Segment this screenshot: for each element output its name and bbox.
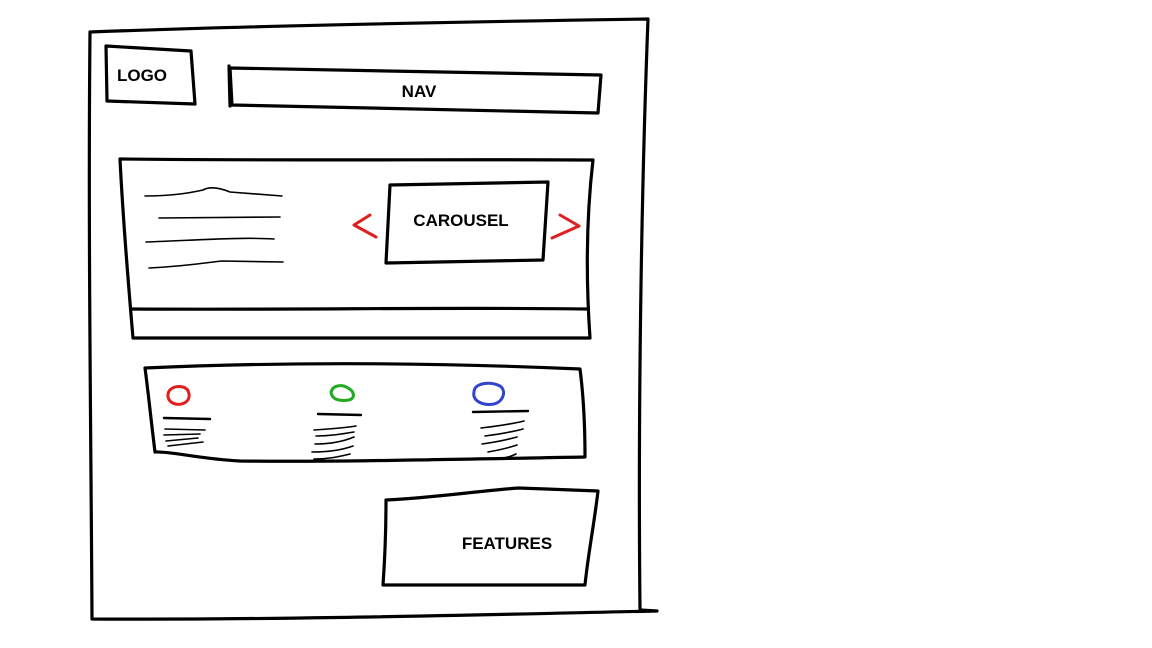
features-label: FEATURES <box>462 534 552 553</box>
chevron-left-icon[interactable] <box>352 213 378 239</box>
card-1 <box>162 385 212 447</box>
logo-box: LOGO <box>104 44 197 106</box>
circle-icon <box>329 384 355 402</box>
features-box: FEATURES <box>381 486 600 587</box>
carousel-box: CAROUSEL <box>384 180 550 265</box>
circle-icon <box>166 385 191 406</box>
nav-label: NAV <box>402 82 437 101</box>
nav-bar: NAV <box>227 64 603 115</box>
cards-section <box>143 362 587 463</box>
card-3 <box>471 381 530 460</box>
hero-text-lines <box>144 187 284 269</box>
carousel-label: CAROUSEL <box>413 211 508 230</box>
circle-icon <box>472 381 506 406</box>
logo-label: LOGO <box>117 66 167 85</box>
chevron-right-icon[interactable] <box>550 213 581 240</box>
card-2 <box>311 384 363 460</box>
hero-section: CAROUSEL <box>118 157 595 340</box>
wireframe-sketch: LOGO NAV CAROUSEL FEATURES <box>87 17 659 621</box>
